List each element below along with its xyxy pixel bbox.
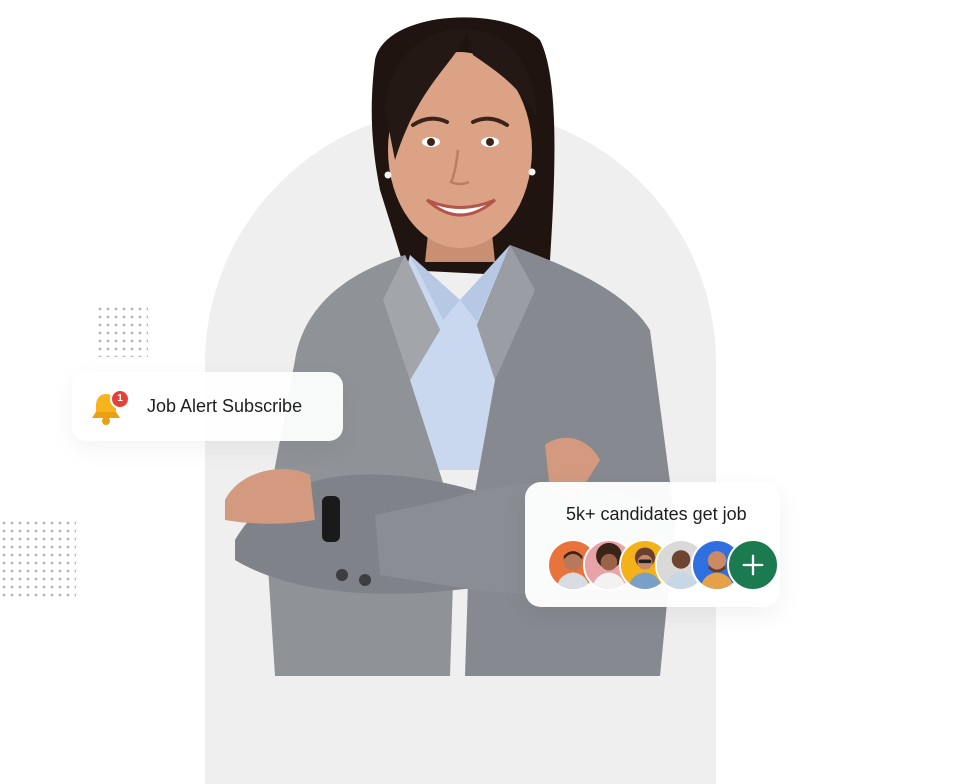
dot-grid-decoration bbox=[96, 305, 148, 357]
job-alert-subscribe-card[interactable]: 1 Job Alert Subscribe bbox=[72, 372, 343, 441]
bell-icon: 1 bbox=[88, 388, 130, 428]
plus-icon bbox=[742, 554, 764, 576]
notification-badge: 1 bbox=[110, 389, 130, 409]
candidates-card: 5k+ candidates get job bbox=[525, 482, 780, 607]
add-candidate-button[interactable] bbox=[727, 539, 779, 591]
hero-visual: 1 Job Alert Subscribe 5k+ candidates get… bbox=[0, 0, 960, 784]
dot-grid-decoration bbox=[0, 519, 76, 599]
candidates-count-label: 5k+ candidates get job bbox=[566, 504, 747, 524]
job-alert-label: Job Alert Subscribe bbox=[147, 396, 303, 416]
candidate-avatar-group bbox=[547, 539, 787, 591]
